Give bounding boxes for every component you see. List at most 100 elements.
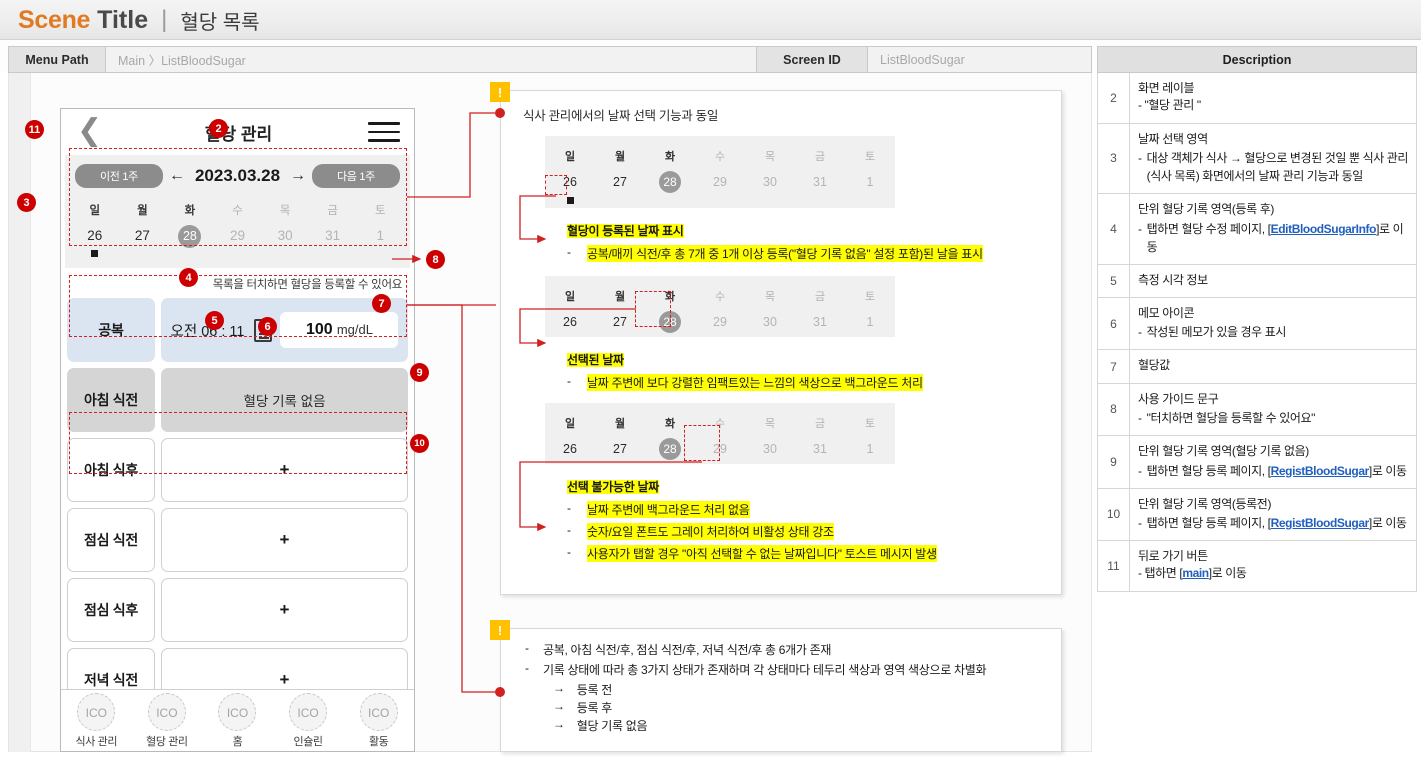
record-row[interactable]: 점심 식전 + <box>67 508 408 572</box>
mini-day-label: 월 <box>614 291 626 303</box>
week-day-cell[interactable]: 목 30 <box>261 202 309 257</box>
week-day-cell[interactable]: 월 27 <box>119 202 167 257</box>
description-link[interactable]: RegistBloodSugar <box>1271 516 1370 530</box>
record-row[interactable]: 공복 오전 06 : 11 100 mg/dL <box>67 298 408 362</box>
blood-sugar-value: 100 mg/dL <box>280 312 399 348</box>
mini-day-number: 29 <box>713 442 727 456</box>
mini-calendar-disabled: 일 26 월 27 화 28 수 29 목 30 금 31 토 1 <box>545 403 895 464</box>
prev-day-arrow-icon[interactable]: ← <box>169 167 185 185</box>
bullet-dash: - <box>567 374 571 388</box>
record-body[interactable]: + <box>161 508 408 572</box>
badge-9: 9 <box>410 363 429 382</box>
record-label: 점심 식전 <box>67 508 155 572</box>
week-day-label: 토 <box>374 205 386 217</box>
mini-calendar-cell: 목 30 <box>745 415 795 460</box>
block1-item: 공복/매끼 식전/후 총 7개 중 1개 이상 등록("혈당 기록 없음" 설정… <box>587 245 983 262</box>
breadcrumb: Main 〉ListBloodSugar <box>105 46 757 73</box>
warning-icon-top: ! <box>490 82 510 102</box>
mini-calendar-cell: 월 27 <box>595 288 645 333</box>
week-day-number: 31 <box>325 228 341 243</box>
arrow-text: 등록 전 <box>576 683 613 697</box>
description-text: 탭하면 혈당 등록 페이지, [RegistBloodSugar]로 이동 <box>1146 463 1407 478</box>
bullet-text: 날짜 주변에 백그라운드 처리 없음 <box>587 501 750 518</box>
week-day-number: 29 <box>230 228 246 243</box>
arrow-text: 등록 후 <box>576 701 613 715</box>
record-body[interactable]: + <box>161 438 408 502</box>
description-text: 탭하면 혈당 등록 페이지, [RegistBloodSugar]로 이동 <box>1146 515 1407 530</box>
badge-10: 10 <box>410 434 429 453</box>
description-row: 6 메모 아이콘 - 작성된 메모가 있을 경우 표시 <box>1097 297 1417 351</box>
description-table: 2 화면 레이블 - "혈당 관리 " 3 날짜 선택 영역 - 대상 객체가 식사 → 혈… <box>1097 73 1417 592</box>
record-body[interactable]: + <box>161 578 408 642</box>
mini-calendar-cell: 금 31 <box>795 415 845 460</box>
week-day-cell[interactable]: 일 26 <box>71 202 119 257</box>
description-link[interactable]: RegistBloodSugar <box>1271 464 1370 478</box>
description-line: - 탭하면 혈당 등록 페이지, [RegistBloodSugar]로 이동 <box>1138 462 1410 480</box>
description-row: 7 혈당값 <box>1097 350 1417 384</box>
description-body: 사용 가이드 문구 - "터치하면 혈당을 등록할 수 있어요" <box>1130 384 1416 435</box>
blood-sugar-record-list: 공복 오전 06 : 11 100 mg/dL 아침 식전 혈당 기록 없음 아침 식후 +… <box>61 298 414 712</box>
mini-calendar-cell: 금 31 <box>795 288 845 333</box>
week-day-cell[interactable]: 토1 <box>356 202 404 257</box>
nav-item-홈[interactable]: ICO 홈 <box>202 692 273 749</box>
annotation-arrow-item: → 등록 후 <box>553 699 1061 716</box>
nav-label: 활동 <box>368 735 389 748</box>
description-text: 작성된 메모가 있을 경우 표시 <box>1146 325 1287 340</box>
record-body[interactable]: 혈당 기록 없음 <box>161 368 408 432</box>
record-row[interactable]: 아침 식전 혈당 기록 없음 <box>67 368 408 432</box>
nav-item-활동[interactable]: ICO 활동 <box>343 692 414 749</box>
nav-item-인슐린[interactable]: ICO 인슐린 <box>273 692 344 749</box>
description-header: Description <box>1097 46 1417 73</box>
mini-day-number: 1 <box>866 442 874 456</box>
record-body[interactable]: 오전 06 : 11 100 mg/dL <box>161 298 408 362</box>
record-row[interactable]: 점심 식후 + <box>67 578 408 642</box>
scene-word: Scene <box>18 5 91 34</box>
week-day-cell[interactable]: 금 31 <box>309 202 357 257</box>
record-body-text: + <box>279 460 290 479</box>
mini-day-number: 30 <box>763 175 777 189</box>
week-day-cell[interactable]: 수 29 <box>214 202 262 257</box>
description-link[interactable]: EditBloodSugarInfo <box>1271 222 1377 236</box>
hamburger-menu-icon[interactable] <box>368 122 400 144</box>
prev-week-button[interactable]: 이전 1주 <box>75 164 163 188</box>
nav-item-혈당-관리[interactable]: ICO 혈당 관리 <box>132 692 203 749</box>
record-label: 점심 식후 <box>67 578 155 642</box>
mini-day-label: 금 <box>814 151 826 163</box>
bullet-dash: - <box>1138 515 1142 530</box>
description-row: 11 뒤로 가기 버튼 - 탭하면 [main]로 이동 <box>1097 540 1417 592</box>
nav-item-식사-관리[interactable]: ICO 식사 관리 <box>61 692 132 749</box>
description-title: 사용 가이드 문구 <box>1138 391 1219 406</box>
description-line: - 작성된 메모가 있을 경우 표시 <box>1138 323 1410 341</box>
description-row: 10 단위 혈당 기록 영역(등록전) - 탭하면 혈당 등록 페이지, [Regis… <box>1097 488 1417 541</box>
mini-day-label: 월 <box>614 151 626 163</box>
mini-day-label: 목 <box>764 418 776 430</box>
mini-calendar-registered: 일 26 월 27 화 28 수 29 목 30 금 31 토 1 <box>545 136 895 208</box>
description-title: 단위 혈당 기록 영역(혈당 기록 없음) <box>1138 444 1309 459</box>
description-line: - 탭하면 혈당 수정 페이지, [EditBloodSugarInfo]로 이동 <box>1138 220 1410 256</box>
block2-item: 날짜 주변에 보다 강렬한 임팩트있는 느낌의 색상으로 백그라운드 처리 <box>587 374 923 391</box>
description-text: 탭하면 혈당 수정 페이지, [EditBloodSugarInfo]로 이동 <box>1146 221 1404 254</box>
next-week-button[interactable]: 다음 1주 <box>312 164 400 188</box>
record-row[interactable]: 아침 식후 + <box>67 438 408 502</box>
mini-calendar-cell: 일 26 <box>545 288 595 333</box>
bullet-text: 공복, 아침 식전/후, 점심 식전/후, 저녁 식전/후 총 6개가 존재 <box>543 643 832 657</box>
description-link[interactable]: main <box>1182 566 1209 580</box>
description-number: 9 <box>1098 436 1130 488</box>
next-day-arrow-icon[interactable]: → <box>290 167 306 185</box>
arrow-icon: → <box>553 717 565 731</box>
description-body: 화면 레이블 - "혈당 관리 " <box>1130 73 1416 123</box>
mini-day-number: 1 <box>866 175 874 189</box>
mini-day-number: 26 <box>563 442 577 456</box>
badge-4: 4 <box>179 268 198 287</box>
description-body: 메모 아이콘 - 작성된 메모가 있을 경우 표시 <box>1130 298 1416 349</box>
nav-label: 인슐린 <box>293 735 323 748</box>
date-selector-area: 이전 1주 ← 2023.03.28 → 다음 1주 일 26 월 27 화 28 수 29 목… <box>65 155 410 268</box>
badge-6: 6 <box>258 317 277 336</box>
annotation-bullet: - 기록 상태에 따라 총 3가지 상태가 존재하며 각 상태마다 테두리 색상과… <box>525 661 1061 678</box>
week-day-cell[interactable]: 화 28 <box>166 202 214 257</box>
week-day-label: 일 <box>89 205 101 217</box>
week-day-number: 28 <box>166 225 214 248</box>
description-number: 11 <box>1098 540 1130 591</box>
badge-2: 2 <box>209 119 228 138</box>
bullet-text: 기록 상태에 따라 총 3가지 상태가 존재하며 각 상태마다 테두리 색상과 … <box>543 663 987 677</box>
